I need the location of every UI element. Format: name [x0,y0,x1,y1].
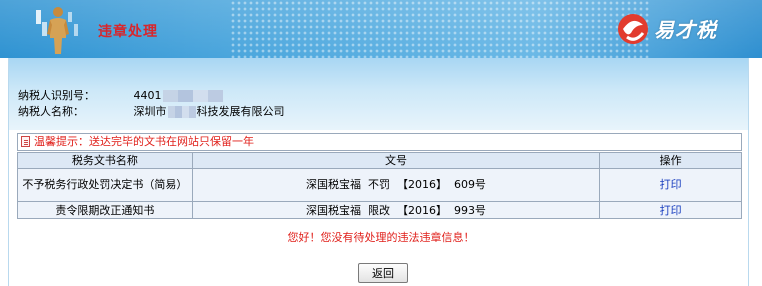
column-header-doc-name: 税务文书名称 [17,152,193,169]
table-row: 责令限期改正通知书 深国税宝福 限改 【2016】 993号 打印 [17,201,742,219]
action-cell: 打印 [599,168,742,202]
doc-name-cell: 不予税务行政处罚决定书（简易） [17,168,193,202]
doc-name-cell: 责令限期改正通知书 [17,201,193,219]
no-violations-message: 您好！您没有待处理的违法违章信息！ [287,231,475,244]
redacted-mask [167,106,196,118]
taxpayer-id-visible: 4401 [133,89,162,102]
table-row: 不予税务行政处罚决定书（简易） 深国税宝福 不罚 【2016】 609号 打印 [17,168,742,202]
memo-icon [21,136,30,147]
notice-bar: 温馨提示：送达完毕的文书在网站只保留一年 [17,133,742,151]
redacted-mask [162,90,223,102]
logo-text: 易才税 [654,18,717,42]
taxpayer-name-label: 纳税人名称： [18,105,84,118]
back-button[interactable]: 返回 [358,263,408,283]
column-header-doc-number: 文号 [191,152,601,169]
taxpayer-id-row: 纳税人识别号： 4401 [18,87,223,103]
column-header-action: 操作 [599,152,742,169]
print-link[interactable]: 打印 [660,178,682,191]
taxpayer-name-row: 纳税人名称： 深圳市 科技发展有限公司 [18,103,285,119]
taxpayer-name-value: 深圳市 科技发展有限公司 [134,103,285,119]
taxpayer-name-suffix: 科技发展有限公司 [196,105,285,118]
taxpayer-name-prefix: 深圳市 [133,105,167,118]
taxpayer-id-label: 纳税人识别号： [18,89,95,102]
action-cell: 打印 [599,201,742,219]
page-title: 违章处理 [98,24,158,40]
notice-text: 温馨提示：送达完毕的文书在网站只保留一年 [34,135,254,148]
header-banner: 违章处理 易才税 [0,0,762,58]
doc-number-cell: 深国税宝福 限改 【2016】 993号 [191,201,601,219]
doc-number-cell: 深国税宝福 不罚 【2016】 609号 [191,168,601,202]
person-figure-icon [36,7,78,54]
documents-table: 税务文书名称 文号 操作 不予税务行政处罚决定书（简易） 深国税宝福 不罚 【2… [17,152,742,219]
taxpayer-id-value: 4401 [134,89,223,102]
print-link[interactable]: 打印 [660,204,682,217]
